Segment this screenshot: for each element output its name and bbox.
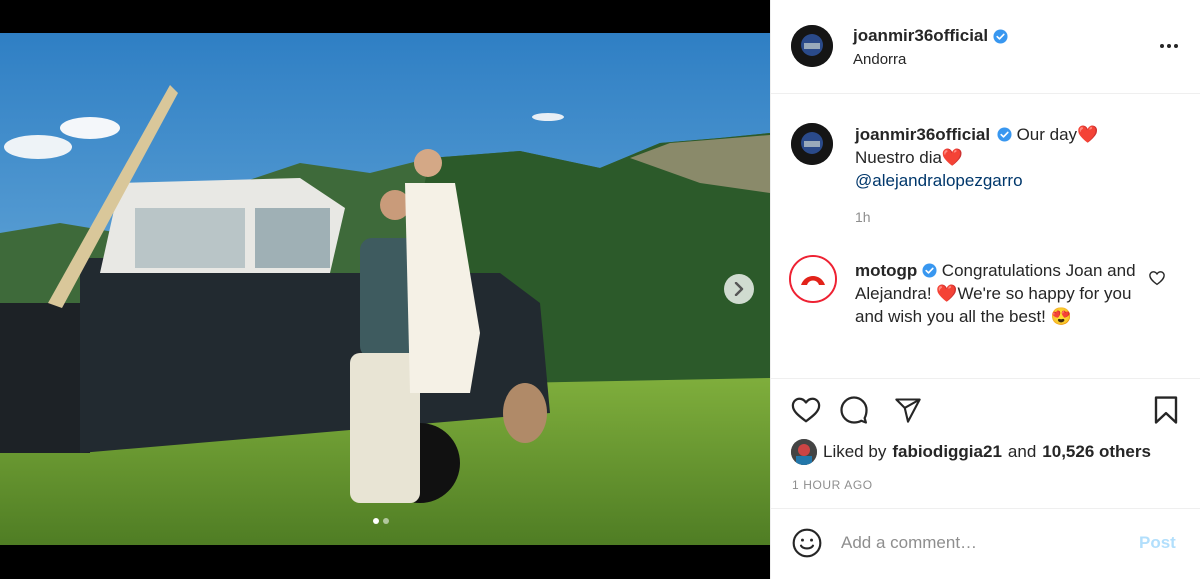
comment-body: motogp Congratulations Joan and Alejandr… [855,259,1145,328]
caption-mention-link[interactable]: @alejandralopezgarro [855,171,1023,190]
send-icon [895,398,921,423]
carousel-dot-2 [383,518,389,524]
verified-badge-icon [922,263,937,278]
caption-username[interactable]: joanmir36official [855,125,990,144]
author-name-row: joanmir36official [853,26,1008,46]
caption-timestamp[interactable]: 1h [855,209,871,225]
post-media[interactable] [0,0,770,579]
post-side-panel: joanmir36official Andorra joanmir36offic… [770,0,1200,579]
likes-joiner: and [1007,442,1037,461]
comment-button[interactable] [837,393,871,427]
bookmark-icon [1154,396,1178,424]
likes-summary[interactable]: Liked by fabiodiggia21 and 10,526 others [791,439,1151,465]
author-avatar[interactable] [791,25,833,67]
post-caption: joanmir36official Our day❤️ Nuestro dia❤… [855,123,1175,192]
comment-icon [840,396,868,424]
carousel-dot-1 [373,518,379,524]
post-actions: Liked by fabiodiggia21 and 10,526 others… [771,378,1200,508]
author-username[interactable]: joanmir36official [853,26,988,46]
caption-author-avatar[interactable] [791,123,833,165]
like-button[interactable] [789,393,823,427]
chevron-right-icon [734,282,744,296]
caption-line-2: Nuestro dia❤️ [855,148,964,167]
likes-prefix: Liked by [823,442,887,461]
comment-username[interactable]: motogp [855,261,917,280]
post-location[interactable]: Andorra [853,51,906,68]
more-horizontal-icon [1160,44,1178,48]
post-photo [0,33,770,545]
instagram-post: joanmir36official Andorra joanmir36offic… [0,0,1200,579]
carousel-indicator [373,518,389,524]
comment-author-avatar[interactable] [789,255,837,303]
post-header: joanmir36official Andorra [771,0,1200,94]
heart-icon [791,397,821,423]
likes-others-count[interactable]: 10,526 others [1042,442,1151,462]
post-timestamp[interactable]: 1 HOUR AGO [792,478,873,492]
more-options-button[interactable] [1158,36,1180,56]
share-button[interactable] [891,393,925,427]
liker-avatar[interactable] [791,439,817,465]
comment-input[interactable] [841,529,1121,557]
emoji-icon[interactable] [791,527,823,559]
post-comment-button[interactable]: Post [1139,533,1176,553]
comments-section[interactable]: joanmir36official Our day❤️ Nuestro dia❤… [771,95,1200,378]
caption-line-1: Our day❤️ [1016,125,1099,144]
add-comment-bar: Post [771,508,1200,579]
verified-badge-icon [993,28,1008,44]
next-slide-button[interactable] [724,274,754,304]
comment-like-heart-icon[interactable] [1148,269,1166,287]
liker-username[interactable]: fabiodiggia21 [892,442,1002,462]
save-button[interactable] [1149,393,1183,427]
verified-badge-icon [997,127,1012,142]
